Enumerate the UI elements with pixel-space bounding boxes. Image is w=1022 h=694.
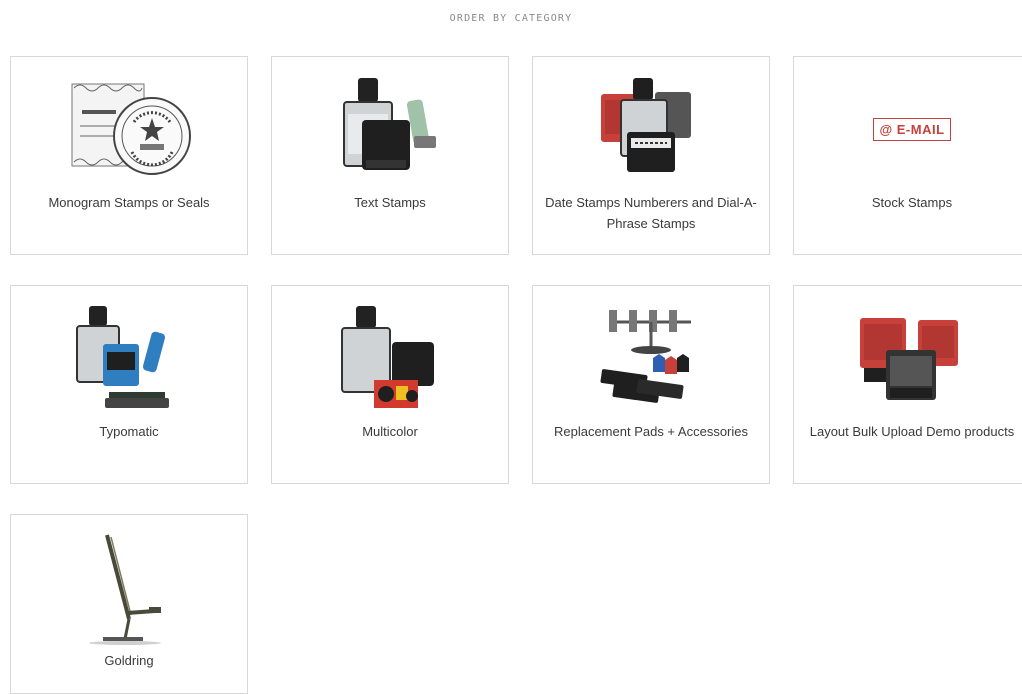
typomatic-stamp-image xyxy=(11,298,247,418)
category-label: Stock Stamps xyxy=(871,195,953,210)
category-card-replacement-pads[interactable]: Replacement Pads + Accessories xyxy=(532,285,770,484)
category-label: Date Stamps Numberers and Dial-A-Phrase … xyxy=(545,195,757,231)
red-stamps-image xyxy=(794,298,1022,418)
email-stamp-imprint: @ E-MAIL xyxy=(873,117,951,141)
category-label: Typomatic xyxy=(99,424,159,439)
category-label: Multicolor xyxy=(362,424,418,439)
category-label: Replacement Pads + Accessories xyxy=(553,424,749,439)
multicolor-stamp-image xyxy=(272,298,508,418)
category-card-layout-bulk-upload[interactable]: Layout Bulk Upload Demo products xyxy=(793,285,1022,484)
seal-stamp-image xyxy=(11,69,247,189)
category-card-goldring[interactable]: Goldring xyxy=(10,514,248,694)
category-card-date-stamps[interactable]: Date Stamps Numberers and Dial-A-Phrase … xyxy=(532,56,770,255)
category-label: Monogram Stamps or Seals xyxy=(48,195,210,210)
category-card-typomatic[interactable]: Typomatic xyxy=(10,285,248,484)
category-label: Layout Bulk Upload Demo products xyxy=(809,424,1015,439)
category-card-multicolor[interactable]: Multicolor xyxy=(271,285,509,484)
category-label: Goldring xyxy=(104,653,154,668)
category-card-text-stamps[interactable]: Text Stamps xyxy=(271,56,509,255)
category-card-monogram[interactable]: Monogram Stamps or Seals xyxy=(10,56,248,255)
category-card-stock-stamps[interactable]: @ E-MAIL Stock Stamps xyxy=(793,56,1022,255)
text-stamp-image xyxy=(272,69,508,189)
goldring-stamp-image xyxy=(11,527,247,647)
category-label: Text Stamps xyxy=(354,195,426,210)
email-stock-stamp-image: @ E-MAIL xyxy=(794,69,1022,189)
date-stamp-image xyxy=(533,69,769,189)
section-heading: ORDER BY CATEGORY xyxy=(449,13,573,24)
ink-pads-image xyxy=(533,298,769,418)
